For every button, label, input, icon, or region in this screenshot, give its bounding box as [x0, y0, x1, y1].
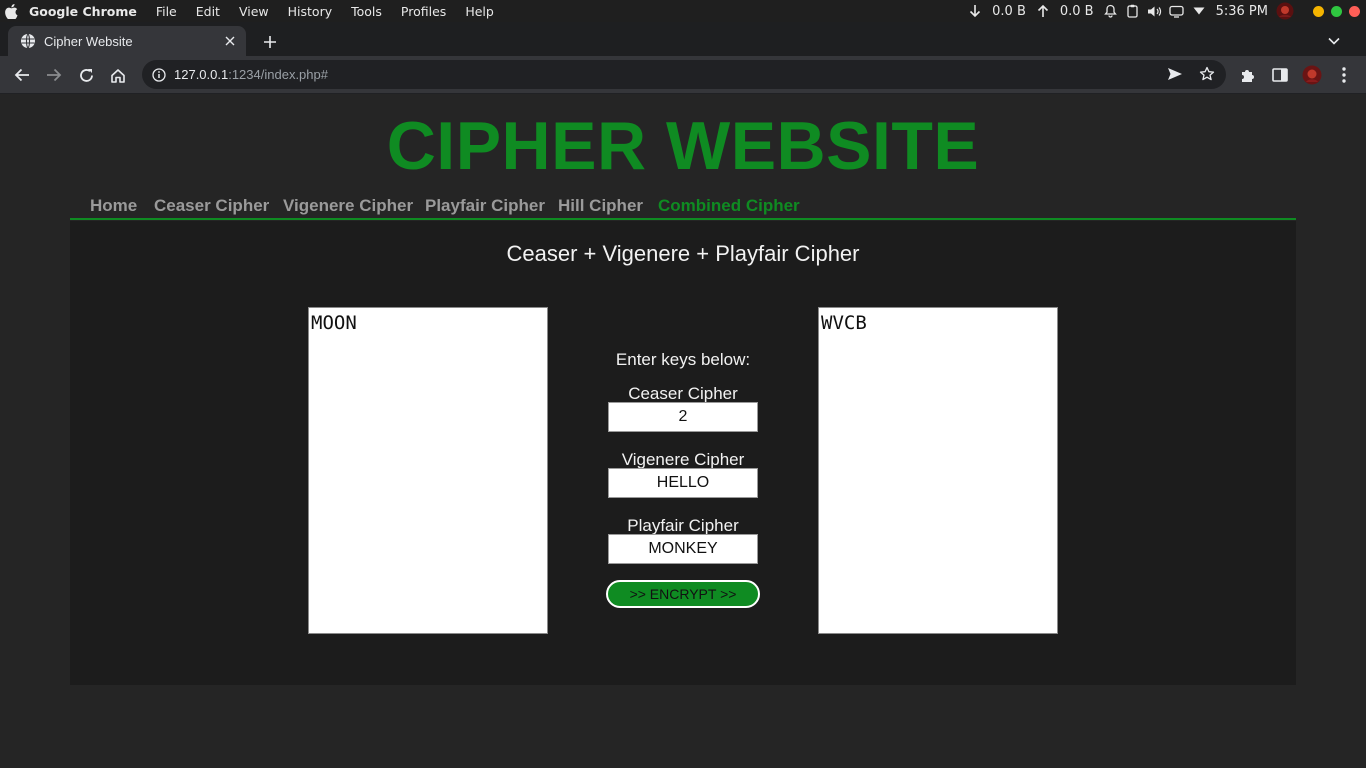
volume-icon[interactable] [1146, 2, 1164, 20]
menu-help[interactable]: Help [465, 4, 494, 19]
ceaser-key-input[interactable] [608, 402, 758, 432]
site-title: CIPHER WEBSITE [386, 108, 980, 184]
menu-history[interactable]: History [288, 4, 332, 19]
nav-vigenere-cipher[interactable]: Vigenere Cipher [283, 196, 413, 216]
apple-icon[interactable] [4, 3, 18, 19]
menu-file[interactable]: File [156, 4, 177, 19]
home-icon[interactable] [108, 65, 128, 85]
new-tab-plus-icon[interactable] [258, 30, 282, 54]
ciphertext-output[interactable]: WVCB [818, 307, 1058, 634]
wifi-dropdown-icon[interactable] [1190, 2, 1208, 20]
window-controls [1306, 5, 1360, 17]
ceaser-key-label: Ceaser Cipher [628, 384, 738, 403]
side-panel-icon[interactable] [1270, 65, 1290, 85]
tab-title: Cipher Website [44, 33, 133, 49]
minimize-dot-icon[interactable] [1313, 5, 1324, 17]
url-path: :1234/index.php# [228, 67, 328, 82]
web-page: CIPHER WEBSITE Home Ceaser Cipher Vigene… [0, 95, 1366, 768]
playfair-key-input[interactable] [608, 534, 758, 564]
nav-hill-cipher[interactable]: Hill Cipher [558, 196, 643, 216]
clipboard-icon[interactable] [1124, 2, 1142, 20]
clock: 5:36 PM [1215, 3, 1268, 19]
forward-arrow-icon[interactable] [44, 65, 64, 85]
arrow-down-icon [966, 2, 984, 20]
panel-title: Ceaser + Vigenere + Playfair Cipher [506, 241, 860, 266]
reload-icon[interactable] [76, 65, 96, 85]
vigenere-key-input[interactable] [608, 468, 758, 498]
site-info-icon[interactable] [151, 67, 167, 83]
zoom-dot-icon[interactable] [1331, 5, 1342, 17]
extensions-puzzle-icon[interactable] [1238, 65, 1258, 85]
nav-playfair-cipher[interactable]: Playfair Cipher [425, 196, 545, 216]
menu-app-name[interactable]: Google Chrome [29, 4, 137, 19]
menu-profiles[interactable]: Profiles [401, 4, 446, 19]
arrow-up-icon [1034, 2, 1052, 20]
browser-toolbar: 127.0.0.1 :1234/index.php# [0, 56, 1366, 94]
profile-avatar-icon[interactable] [1302, 65, 1322, 85]
globe-icon [20, 33, 36, 49]
menubar-status-area: 0.0 B 0.0 B 5:36 PM [964, 0, 1366, 22]
address-bar[interactable]: 127.0.0.1 :1234/index.php# [142, 60, 1226, 89]
user-avatar-icon[interactable] [1276, 2, 1294, 20]
macos-menubar: Google Chrome File Edit View History Too… [0, 0, 1366, 22]
bookmark-star-icon[interactable] [1198, 65, 1216, 83]
vigenere-key-label: Vigenere Cipher [621, 450, 745, 469]
url-host: 127.0.0.1 [174, 67, 229, 82]
keys-instruction: Enter keys below: [615, 350, 751, 369]
tab-search-chevron-icon[interactable] [1324, 31, 1344, 51]
encrypt-button[interactable]: >> ENCRYPT >> [606, 580, 760, 608]
menu-tools[interactable]: Tools [351, 4, 382, 19]
network-upload-rate: 0.0 B [1059, 3, 1094, 19]
menu-view[interactable]: View [239, 4, 269, 19]
browser-tabstrip: Cipher Website [0, 22, 1366, 56]
nav-ceaser-cipher[interactable]: Ceaser Cipher [154, 196, 269, 216]
menu-edit[interactable]: Edit [196, 4, 220, 19]
send-icon[interactable] [1166, 65, 1184, 83]
display-icon[interactable] [1168, 2, 1186, 20]
nav-combined-cipher[interactable]: Combined Cipher [658, 196, 800, 220]
tab-cipher-website[interactable]: Cipher Website [8, 26, 246, 56]
close-dot-icon[interactable] [1349, 5, 1360, 17]
network-download-rate: 0.0 B [992, 3, 1026, 19]
site-nav: Home Ceaser Cipher Vigenere Cipher Playf… [70, 191, 1296, 220]
plaintext-input[interactable]: MOON [308, 307, 548, 634]
cipher-panel: Ceaser + Vigenere + Playfair Cipher MOON… [70, 221, 1296, 685]
close-icon[interactable] [222, 33, 238, 49]
back-arrow-icon[interactable] [12, 65, 32, 85]
kebab-menu-icon[interactable] [1334, 65, 1354, 85]
playfair-key-label: Playfair Cipher [627, 516, 739, 535]
nav-home[interactable]: Home [90, 196, 137, 216]
bell-icon[interactable] [1102, 2, 1120, 20]
